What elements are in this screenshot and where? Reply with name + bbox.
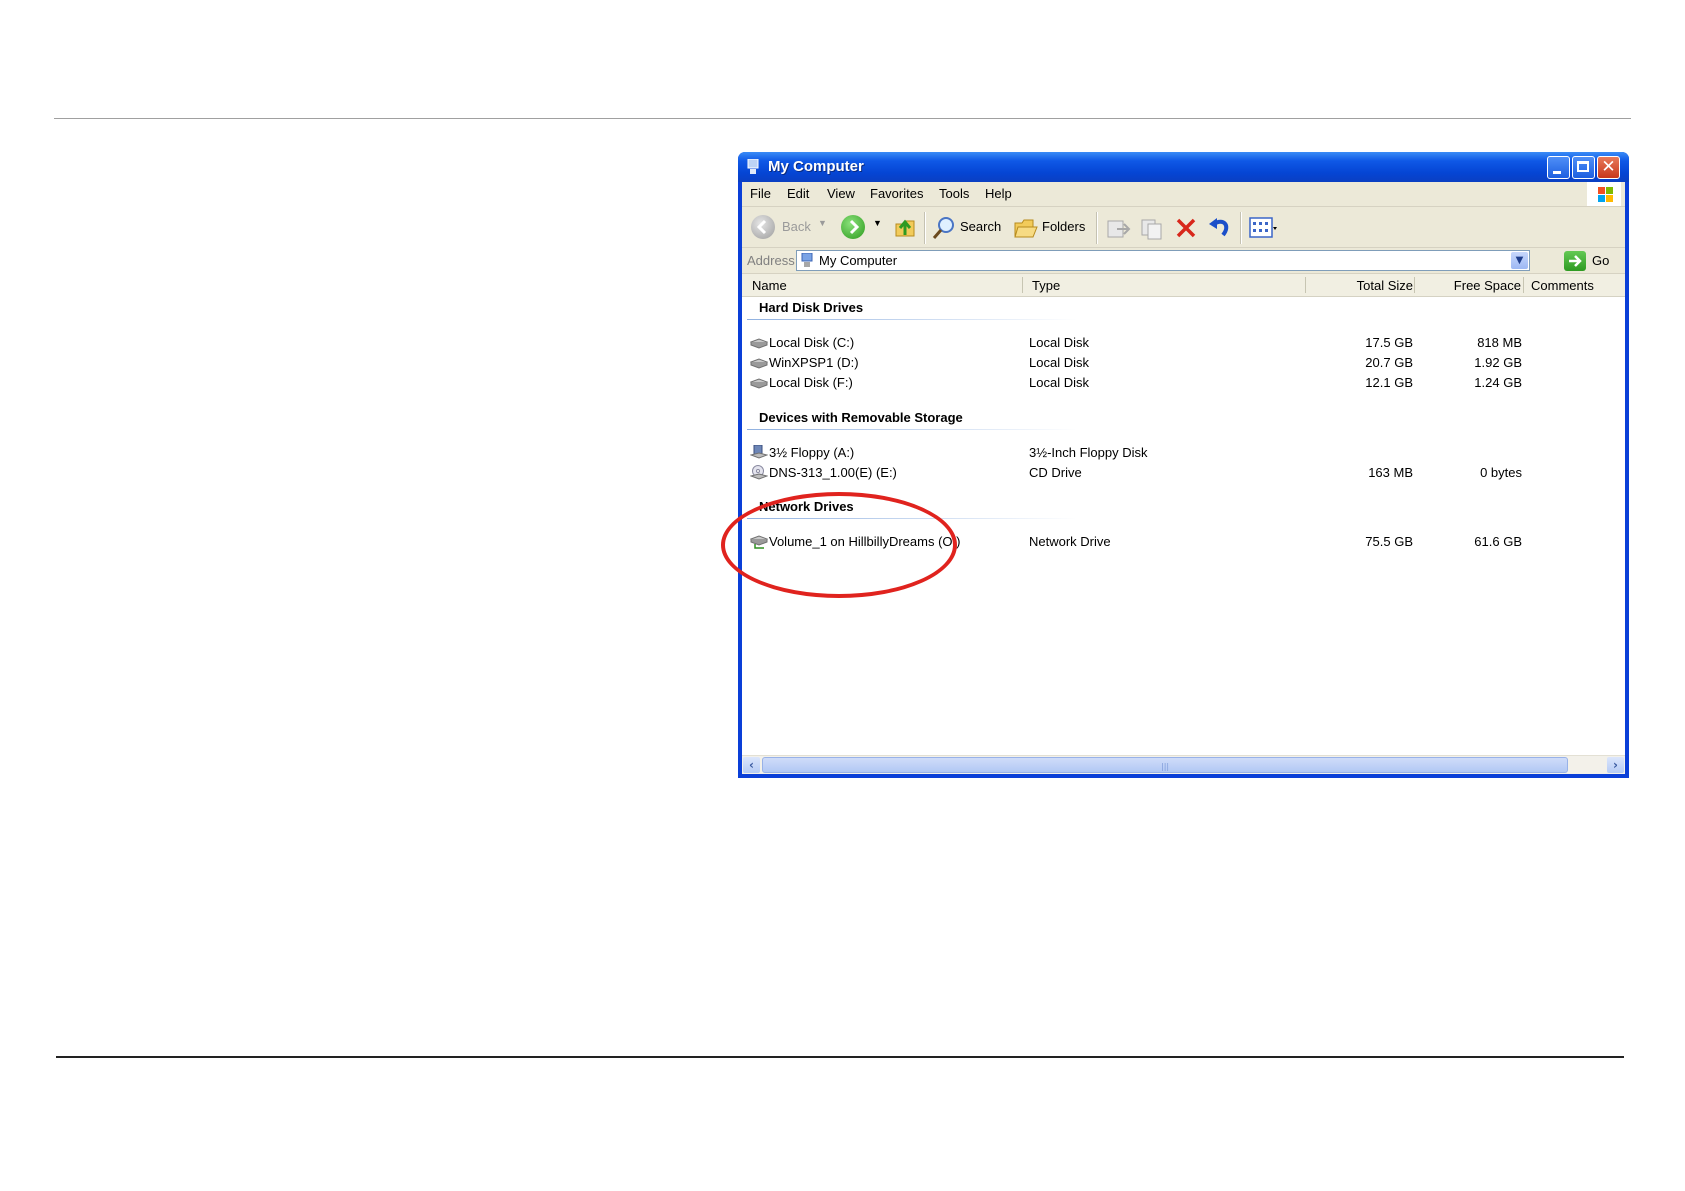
back-arrow-icon[interactable] (751, 215, 775, 239)
item-total-size: 12.1 GB (1365, 375, 1413, 390)
column-divider[interactable] (1022, 277, 1023, 293)
column-comments[interactable]: Comments (1531, 278, 1594, 293)
windows-logo-icon (1587, 182, 1621, 206)
scrollbar-thumb[interactable]: ||| (762, 757, 1568, 773)
go-button[interactable]: Go (1592, 253, 1609, 268)
search-button[interactable]: Search (960, 219, 1001, 234)
item-free-space: 1.24 GB (1474, 375, 1522, 390)
back-dropdown-icon[interactable]: ▼ (818, 218, 827, 228)
toolbar: Back ▼ ▼ Search Folders (742, 207, 1625, 248)
item-free-space: 818 MB (1477, 335, 1522, 350)
item-name: Local Disk (C:) (769, 335, 855, 350)
list-item[interactable]: Local Disk (C:) Local Disk 17.5 GB 818 M… (742, 333, 1625, 353)
item-type: 3½-Inch Floppy Disk (1029, 445, 1148, 460)
item-type: Network Drive (1029, 534, 1111, 549)
scroll-right-icon[interactable]: › (1607, 757, 1624, 773)
item-type: Local Disk (1029, 335, 1089, 350)
menu-file[interactable]: File (750, 186, 771, 201)
folders-icon[interactable] (1013, 215, 1039, 241)
item-free-space: 61.6 GB (1474, 534, 1522, 549)
item-type: CD Drive (1029, 465, 1082, 480)
item-name: WinXPSP1 (D:) (769, 355, 859, 370)
undo-icon[interactable] (1207, 215, 1233, 241)
network-drive-highlight-circle (721, 492, 957, 598)
hard-disk-icon (750, 378, 768, 389)
column-header: Name Type Total Size Free Space Comments (742, 274, 1625, 297)
up-folder-icon[interactable] (892, 214, 918, 240)
toolbar-separator (1096, 212, 1098, 244)
copy-to-icon[interactable] (1139, 215, 1165, 241)
item-free-space: 1.92 GB (1474, 355, 1522, 370)
close-button[interactable]: ✕ (1597, 156, 1620, 179)
folders-button[interactable]: Folders (1042, 219, 1085, 234)
item-total-size: 163 MB (1368, 465, 1413, 480)
column-divider[interactable] (1523, 277, 1524, 293)
title-bar[interactable]: My Computer ✕ (738, 152, 1629, 182)
floppy-drive-icon (750, 445, 768, 459)
group-title-hard-disk-drives: Hard Disk Drives (759, 300, 864, 315)
item-total-size: 20.7 GB (1365, 355, 1413, 370)
group-divider (747, 319, 1077, 320)
item-name: DNS-313_1.00(E) (E:) (769, 465, 897, 480)
forward-dropdown-icon[interactable]: ▼ (873, 218, 882, 228)
delete-icon[interactable] (1174, 216, 1198, 240)
bottom-rule (56, 1056, 1624, 1058)
address-value: My Computer (819, 253, 898, 268)
column-type[interactable]: Type (1032, 278, 1060, 293)
window-title: My Computer (768, 158, 864, 175)
maximize-button[interactable] (1572, 156, 1595, 179)
menu-view[interactable]: View (827, 186, 855, 201)
menu-edit[interactable]: Edit (787, 186, 809, 201)
menu-bar: File Edit View Favorites Tools Help (742, 182, 1625, 207)
item-name: 3½ Floppy (A:) (769, 445, 855, 460)
menu-favorites[interactable]: Favorites (870, 186, 923, 201)
my-computer-icon (801, 253, 813, 267)
item-total-size: 75.5 GB (1365, 534, 1413, 549)
my-computer-icon (747, 159, 759, 174)
cd-drive-icon (750, 465, 768, 480)
column-divider[interactable] (1305, 277, 1306, 293)
column-divider[interactable] (1414, 277, 1415, 293)
maximize-icon (1577, 161, 1589, 172)
minimize-icon (1553, 171, 1561, 174)
minimize-button[interactable] (1547, 156, 1570, 179)
item-total-size: 17.5 GB (1365, 335, 1413, 350)
item-free-space: 0 bytes (1480, 465, 1522, 480)
address-input[interactable]: My Computer ▼ (796, 250, 1530, 271)
item-type: Local Disk (1029, 355, 1089, 370)
top-rule (54, 118, 1631, 119)
item-type: Local Disk (1029, 375, 1089, 390)
close-icon: ✕ (1601, 157, 1616, 177)
forward-arrow-icon[interactable] (841, 215, 865, 239)
menu-tools[interactable]: Tools (939, 186, 969, 201)
go-arrow-icon[interactable] (1564, 251, 1586, 271)
hard-disk-icon (750, 338, 768, 349)
item-name: Local Disk (F:) (769, 375, 853, 390)
window-body: File Edit View Favorites Tools Help Back… (742, 182, 1625, 774)
list-item[interactable]: Local Disk (F:) Local Disk 12.1 GB 1.24 … (742, 373, 1625, 393)
views-icon[interactable] (1249, 216, 1277, 240)
address-dropdown-icon[interactable]: ▼ (1511, 252, 1528, 269)
toolbar-separator (1240, 212, 1242, 244)
list-item[interactable]: WinXPSP1 (D:) Local Disk 20.7 GB 1.92 GB (742, 353, 1625, 373)
address-label: Address (747, 253, 795, 268)
column-name[interactable]: Name (752, 278, 787, 293)
group-title-removable-storage: Devices with Removable Storage (759, 410, 963, 425)
toolbar-separator (924, 212, 926, 244)
address-bar: Address My Computer ▼ Go (742, 248, 1625, 274)
hard-disk-icon (750, 358, 768, 369)
list-item[interactable]: 3½ Floppy (A:) 3½-Inch Floppy Disk (742, 443, 1625, 463)
search-icon[interactable] (931, 215, 957, 241)
my-computer-window: My Computer ✕ File Edit View Favorites T… (738, 152, 1629, 778)
menu-help[interactable]: Help (985, 186, 1012, 201)
list-item[interactable]: DNS-313_1.00(E) (E:) CD Drive 163 MB 0 b… (742, 463, 1625, 483)
column-free-space[interactable]: Free Space (1454, 278, 1521, 293)
move-to-icon[interactable] (1105, 215, 1131, 241)
scroll-left-icon[interactable]: ‹ (743, 757, 760, 773)
column-total-size[interactable]: Total Size (1357, 278, 1413, 293)
group-divider (747, 429, 1077, 430)
horizontal-scrollbar[interactable]: ‹ ||| › (742, 755, 1625, 774)
back-button[interactable]: Back (782, 219, 811, 234)
scrollbar-grip-icon: ||| (1161, 762, 1170, 771)
